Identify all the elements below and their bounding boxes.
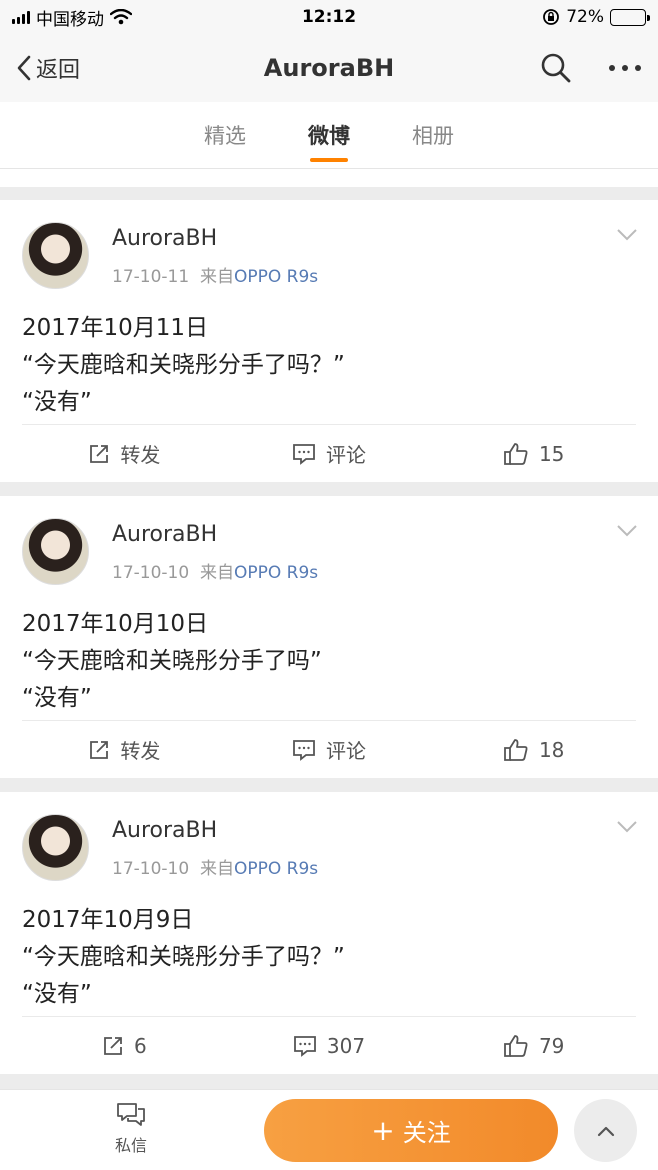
chevron-up-icon — [597, 1126, 614, 1136]
repost-button[interactable]: 转发 — [22, 425, 227, 482]
post-meta: 17-10-10 来自OPPO R9s — [112, 558, 318, 583]
comment-label: 评论 — [326, 739, 366, 763]
post-header: AuroraBH 17-10-10 来自OPPO R9s — [0, 792, 658, 888]
wifi-icon — [110, 9, 132, 25]
post-date: 17-10-10 — [112, 859, 190, 879]
post-author[interactable]: AuroraBH — [112, 522, 217, 547]
like-count: 15 — [538, 441, 565, 466]
post-actions: 转发 评论 15 — [22, 424, 636, 482]
repost-label: 转发 — [120, 739, 161, 763]
post-header: AuroraBH 17-10-10 来自OPPO R9s — [0, 496, 658, 592]
post-header: AuroraBH 17-10-11 来自OPPO R9s — [0, 200, 658, 296]
rotation-lock-icon — [543, 9, 560, 25]
section-divider — [0, 187, 658, 200]
post-date: 17-10-11 — [112, 267, 190, 287]
comment-button[interactable]: 评论 — [227, 721, 432, 778]
repost-icon — [90, 740, 109, 759]
post-card: AuroraBH 17-10-11 来自OPPO R9s 2017年10月11日… — [0, 200, 658, 482]
section-divider — [0, 1074, 658, 1089]
chevron-left-icon — [17, 55, 31, 81]
nav-actions — [540, 52, 642, 84]
profile-tabs: 精选 微博 相册 — [0, 102, 658, 169]
dm-button[interactable]: 私信 — [100, 1102, 162, 1156]
post-source-prefix: 来自 — [199, 859, 234, 879]
avatar[interactable] — [22, 518, 89, 585]
active-tab-indicator — [310, 157, 348, 162]
scroll-top-button[interactable] — [574, 1099, 637, 1162]
post-text: 2017年10月11日 “今天鹿晗和关晓彤分手了吗？” “没有” — [22, 315, 345, 415]
dm-label: 私信 — [114, 1136, 147, 1155]
post-device[interactable]: OPPO R9s — [234, 859, 318, 879]
status-left: 中国移动 — [12, 5, 132, 30]
post-meta: 17-10-11 来自OPPO R9s — [112, 262, 318, 287]
comment-count: 307 — [326, 1033, 366, 1058]
post-card: AuroraBH 17-10-10 来自OPPO R9s 2017年10月9日 … — [0, 792, 658, 1074]
signal-icon — [12, 10, 30, 24]
comment-button[interactable]: 307 — [227, 1017, 432, 1074]
repost-label: 转发 — [120, 443, 161, 467]
carrier-name: 中国移动 — [36, 9, 104, 30]
post-source-prefix: 来自 — [199, 267, 234, 287]
repost-button[interactable]: 转发 — [22, 721, 227, 778]
status-bar: 中国移动 12:12 72% — [0, 0, 658, 34]
post-meta: 17-10-10 来自OPPO R9s — [112, 854, 318, 879]
tab-featured[interactable]: 精选 — [204, 102, 246, 169]
post-text: 2017年10月10日 “今天鹿晗和关晓彤分手了吗” “没有” — [22, 611, 322, 711]
like-count: 79 — [538, 1033, 565, 1058]
post-date: 17-10-10 — [112, 563, 190, 583]
tab-weibo[interactable]: 微博 — [308, 102, 350, 169]
post-author[interactable]: AuroraBH — [112, 818, 217, 843]
battery-percent: 72% — [566, 7, 604, 27]
comment-label: 评论 — [326, 443, 366, 467]
thumbs-up-icon — [504, 442, 528, 465]
back-label: 返回 — [36, 58, 81, 83]
section-divider — [0, 482, 658, 496]
post-device[interactable]: OPPO R9s — [234, 267, 318, 287]
post-actions: 转发 评论 18 — [22, 720, 636, 778]
comment-icon — [294, 1035, 316, 1057]
repost-icon — [104, 1036, 122, 1055]
tab-album[interactable]: 相册 — [412, 102, 454, 169]
tab-album-label: 相册 — [412, 124, 454, 148]
post-author[interactable]: AuroraBH — [112, 226, 217, 251]
spacer — [0, 169, 658, 187]
post-text: 2017年10月9日 “今天鹿晗和关晓彤分手了吗？” “没有” — [22, 907, 345, 1007]
follow-button[interactable]: + 关注 — [264, 1099, 558, 1162]
repost-button[interactable]: 6 — [22, 1017, 227, 1074]
nav-bar: 返回 AuroraBH — [0, 34, 658, 102]
plus-icon: + — [371, 1114, 395, 1147]
chevron-down-icon[interactable] — [616, 820, 638, 834]
comment-button[interactable]: 评论 — [227, 425, 432, 482]
like-button[interactable]: 79 — [431, 1017, 636, 1074]
tab-featured-label: 精选 — [204, 124, 246, 148]
battery-icon — [610, 8, 650, 26]
like-button[interactable]: 18 — [431, 721, 636, 778]
thumbs-up-icon — [504, 738, 528, 761]
status-right: 72% — [542, 7, 650, 27]
post-source-prefix: 来自 — [199, 563, 234, 583]
post-actions: 6 307 79 — [22, 1016, 636, 1074]
follow-label: 关注 — [402, 1119, 451, 1147]
post-card: AuroraBH 17-10-10 来自OPPO R9s 2017年10月10日… — [0, 496, 658, 778]
message-icon — [117, 1103, 145, 1126]
repost-count: 6 — [133, 1033, 147, 1058]
tab-weibo-label: 微博 — [308, 124, 350, 148]
like-button[interactable]: 15 — [431, 425, 636, 482]
comment-icon — [293, 739, 315, 761]
comment-icon — [293, 443, 315, 465]
repost-icon — [90, 444, 109, 463]
post-device[interactable]: OPPO R9s — [234, 563, 318, 583]
more-icon[interactable] — [608, 63, 642, 73]
like-count: 18 — [538, 737, 565, 762]
section-divider — [0, 778, 658, 792]
avatar[interactable] — [22, 222, 89, 289]
search-icon[interactable] — [540, 52, 572, 84]
chevron-down-icon[interactable] — [616, 228, 638, 242]
bottom-bar: 私信 + 关注 — [0, 1089, 658, 1170]
back-button[interactable]: 返回 — [16, 52, 80, 84]
avatar[interactable] — [22, 814, 89, 881]
thumbs-up-icon — [504, 1034, 528, 1057]
chevron-down-icon[interactable] — [616, 524, 638, 538]
